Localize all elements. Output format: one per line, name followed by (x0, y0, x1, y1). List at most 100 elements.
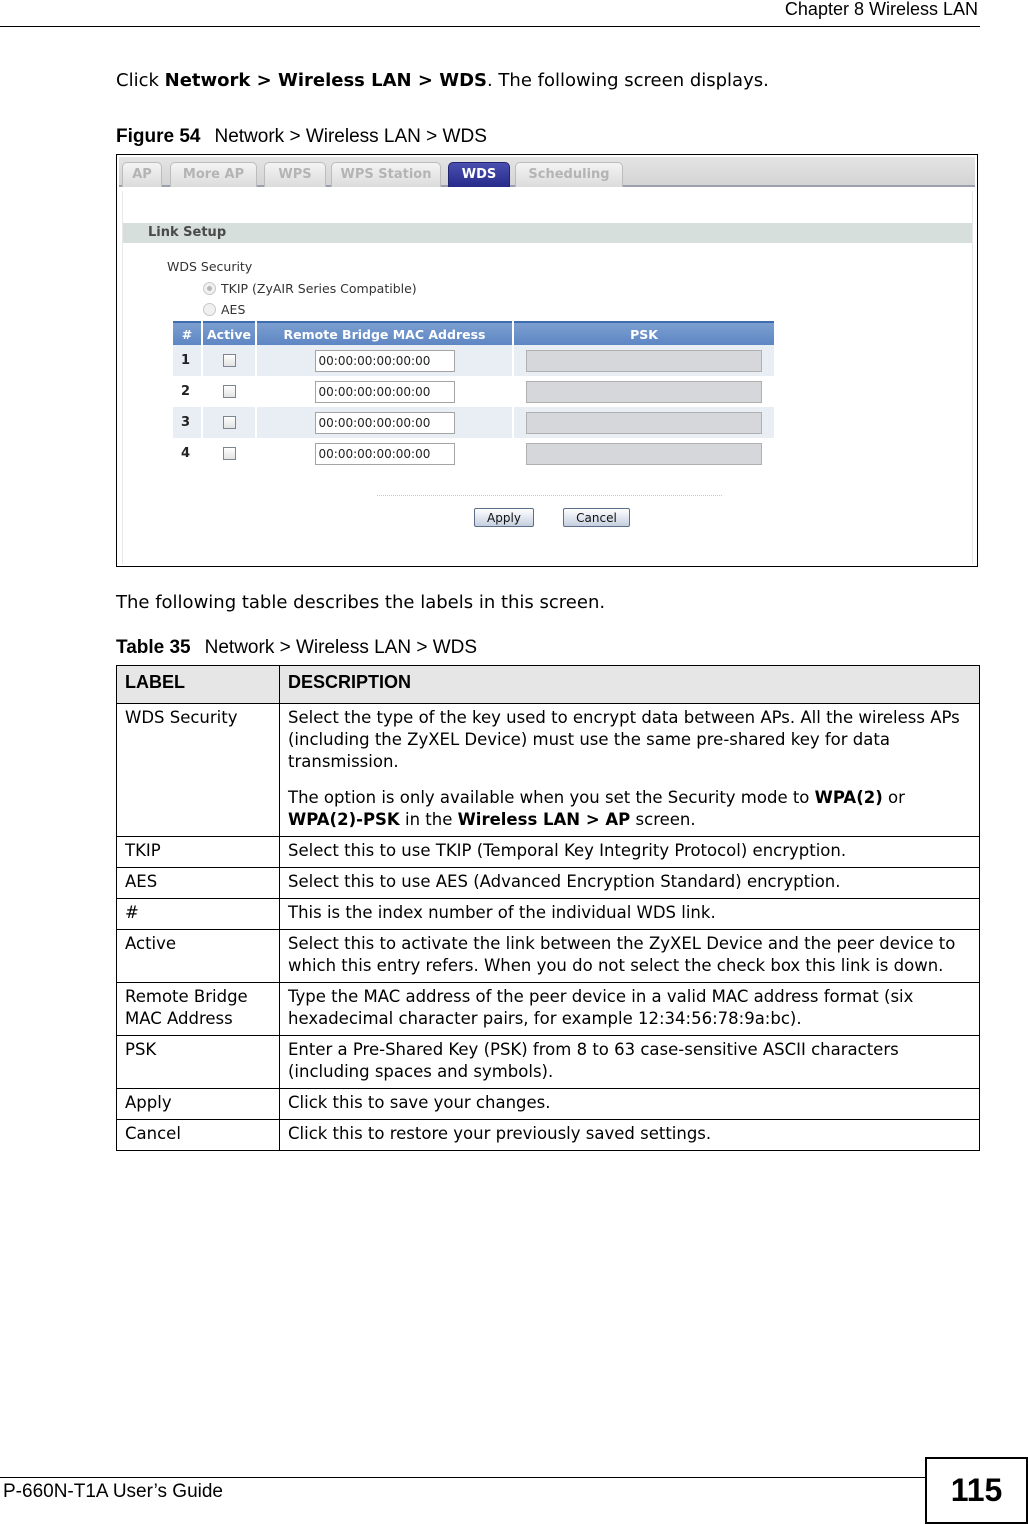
text: or (882, 788, 905, 807)
table-row: Cancel Click this to restore your previo… (116, 1119, 980, 1151)
radio-aes-label: AES (221, 302, 246, 317)
content-panel: Link Setup WDS Security TKIP (ZyAIR Seri… (122, 191, 973, 564)
table-row: 1 (173, 345, 774, 376)
table-row: 4 (173, 438, 774, 469)
row-description: Click this to restore your previously sa… (279, 1119, 980, 1151)
radio-unselected-icon[interactable] (203, 303, 216, 316)
radio-selected-icon[interactable] (203, 282, 216, 295)
tab-more-ap[interactable]: More AP (170, 162, 257, 187)
wds-link-table: # Active Remote Bridge MAC Address PSK 1… (171, 321, 776, 469)
chapter-title: Chapter 8 Wireless LAN (784, 0, 978, 19)
col-psk: PSK (514, 321, 774, 345)
row-description: Type the MAC address of the peer device … (279, 982, 980, 1036)
psk-input[interactable] (526, 349, 762, 372)
tab-scheduling[interactable]: Scheduling (515, 162, 623, 187)
row-index: 4 (181, 446, 191, 461)
mac-address-input[interactable] (314, 411, 455, 434)
col-index: # (173, 321, 201, 345)
text: The option is only available when you se… (288, 788, 815, 807)
emphasis: WPA(2) (814, 788, 883, 807)
table-row: AES Select this to use AES (Advanced Enc… (116, 867, 980, 899)
table-title: Network > Wireless LAN > WDS (204, 637, 478, 658)
table-row: Remote Bridge MAC Address Type the MAC a… (116, 982, 980, 1036)
radio-aes[interactable]: AES (203, 302, 245, 317)
row-label: PSK (116, 1035, 280, 1089)
figure-caption: Figure 54 Network > Wireless LAN > WDS (116, 126, 487, 148)
active-checkbox[interactable] (222, 416, 236, 429)
psk-input[interactable] (526, 442, 762, 465)
table-row: TKIP Select this to use TKIP (Temporal K… (116, 836, 980, 868)
table-intro: The following table describes the labels… (116, 592, 606, 613)
emphasis: Wireless LAN > AP (457, 810, 631, 829)
table-caption: Table 35 Network > Wireless LAN > WDS (116, 637, 477, 659)
row-label: WDS Security (116, 703, 280, 837)
row-description: Click this to save your changes. (279, 1088, 980, 1120)
emphasis: WPA(2)-PSK (288, 810, 400, 829)
row-description: Select this to activate the link between… (279, 929, 980, 983)
intro-prefix: Click (116, 70, 165, 91)
row-index: 3 (173, 407, 201, 438)
page-number: 115 (925, 1457, 1028, 1524)
row-label: # (116, 898, 280, 930)
row-label: AES (116, 867, 280, 899)
table-row: Active Select this to activate the link … (116, 929, 980, 983)
tab-bar: AP More AP WPS WPS Station WDS Schedulin… (119, 157, 975, 187)
tab-wds[interactable]: WDS (448, 162, 510, 187)
section-title: Link Setup (123, 223, 972, 243)
row-label: Remote Bridge MAC Address (116, 982, 280, 1036)
text: in the (399, 810, 458, 829)
active-checkbox[interactable] (222, 447, 236, 460)
mac-address-input[interactable] (314, 442, 455, 465)
divider (377, 495, 722, 496)
table-row: 2 (173, 376, 774, 407)
active-checkbox[interactable] (222, 354, 236, 367)
table-row: PSK Enter a Pre-Shared Key (PSK) from 8 … (116, 1035, 980, 1089)
row-label: Active (116, 929, 280, 983)
row-label: TKIP (116, 836, 280, 868)
description-paragraph: The option is only available when you se… (288, 787, 971, 831)
text: screen. (630, 810, 696, 829)
header-description: DESCRIPTION (279, 665, 980, 704)
radio-tkip[interactable]: TKIP (ZyAIR Series Compatible) (203, 281, 417, 296)
row-description: Select this to use TKIP (Temporal Key In… (279, 836, 980, 868)
label-description-table: LABEL DESCRIPTION WDS Security Select th… (116, 665, 980, 1151)
row-label: Cancel (116, 1119, 280, 1151)
mac-address-input[interactable] (314, 380, 455, 403)
tab-wps-station[interactable]: WPS Station (331, 162, 441, 187)
row-description: Select the type of the key used to encry… (279, 703, 980, 837)
figure-label: Figure 54 (116, 126, 201, 147)
intro-nav-path: Network > Wireless LAN > WDS (164, 70, 487, 91)
description-paragraph: Select the type of the key used to encry… (288, 708, 960, 771)
psk-input[interactable] (526, 380, 762, 403)
page-header: Chapter 8 Wireless LAN (0, 0, 980, 27)
row-description: This is the index number of the individu… (279, 898, 980, 930)
intro-text: Click Network > Wireless LAN > WDS. The … (116, 70, 769, 91)
tab-ap[interactable]: AP (122, 162, 162, 187)
mac-address-input[interactable] (314, 349, 455, 372)
wds-security-label: WDS Security (167, 259, 253, 274)
footer-rule (0, 1477, 1008, 1478)
row-index: 1 (173, 345, 201, 376)
col-active: Active (203, 321, 255, 345)
footer-title: P-660N-T1A User’s Guide (3, 1481, 224, 1502)
psk-input[interactable] (526, 411, 762, 434)
intro-suffix: . The following screen displays. (486, 70, 769, 91)
table-row: WDS Security Select the type of the key … (116, 703, 980, 837)
table-label: Table 35 (116, 637, 191, 658)
table-row: 3 (173, 407, 774, 438)
tab-wps[interactable]: WPS (264, 162, 326, 187)
row-index: 2 (181, 384, 191, 399)
figure-title: Network > Wireless LAN > WDS (214, 126, 487, 147)
row-description: Select this to use AES (Advanced Encrypt… (279, 867, 980, 899)
header-label: LABEL (116, 665, 280, 704)
table-row: # This is the index number of the indivi… (116, 898, 980, 930)
cancel-button[interactable]: Cancel (563, 508, 630, 527)
table-row: Apply Click this to save your changes. (116, 1088, 980, 1120)
wds-screenshot: AP More AP WPS WPS Station WDS Schedulin… (116, 154, 978, 567)
row-label: Apply (116, 1088, 280, 1120)
apply-button[interactable]: Apply (474, 508, 534, 527)
row-description: Enter a Pre-Shared Key (PSK) from 8 to 6… (279, 1035, 980, 1089)
col-mac: Remote Bridge MAC Address (257, 321, 512, 345)
radio-tkip-label: TKIP (ZyAIR Series Compatible) (221, 281, 417, 296)
active-checkbox[interactable] (222, 385, 236, 398)
